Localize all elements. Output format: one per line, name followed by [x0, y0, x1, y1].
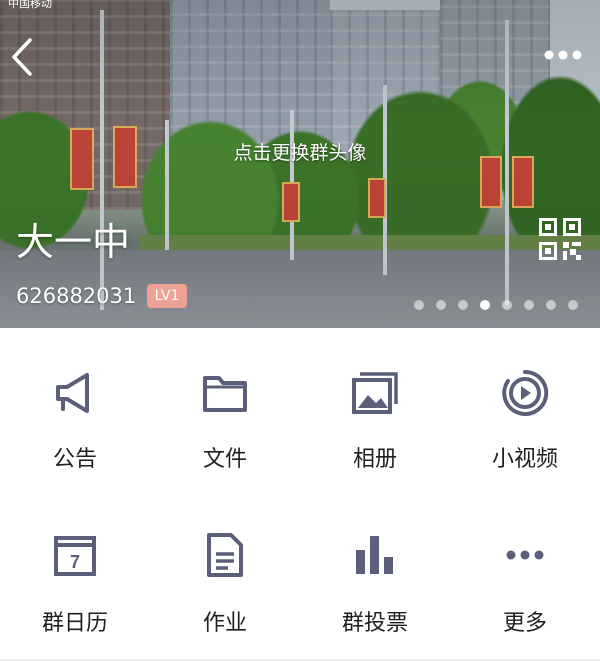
group-feature-grid: 公告 文件 相册 小视频 7 群日历 作业 群投票 更多	[0, 328, 600, 661]
back-button[interactable]	[8, 36, 38, 78]
menu-item-homework[interactable]: 作业	[150, 494, 300, 660]
menu-item-announcement[interactable]: 公告	[0, 328, 150, 494]
menu-item-label: 小视频	[491, 447, 558, 472]
menu-item-group-calendar[interactable]: 7 群日历	[0, 494, 150, 660]
menu-item-short-video[interactable]: 小视频	[450, 328, 600, 494]
carousel-dot	[458, 300, 468, 310]
carousel-indicator	[414, 299, 578, 311]
menu-item-group-vote[interactable]: 群投票	[300, 494, 450, 660]
qr-code-button[interactable]	[539, 218, 581, 260]
carousel-dot	[502, 300, 512, 310]
carousel-dot	[436, 300, 446, 310]
chevron-left-icon	[12, 38, 32, 76]
carrier-label: 中国移动	[8, 0, 52, 10]
menu-item-label: 公告	[52, 447, 97, 472]
video-play-icon	[502, 369, 549, 416]
menu-item-more[interactable]: 更多	[450, 494, 600, 660]
menu-item-label: 群投票	[341, 611, 408, 636]
bar-chart-icon	[356, 536, 393, 574]
menu-item-label: 文件	[202, 447, 247, 472]
group-header-photo[interactable]: 中国移动 点击更换群头像 大一中 626882031 LV1	[0, 0, 600, 328]
megaphone-icon	[56, 373, 89, 413]
more-horizontal-icon	[506, 550, 544, 560]
menu-item-label: 更多	[502, 611, 547, 636]
more-dots-icon	[544, 50, 582, 60]
group-id: 626882031	[16, 284, 137, 308]
carousel-dot	[524, 300, 534, 310]
carousel-dot	[568, 300, 578, 310]
photo-album-icon	[352, 372, 398, 414]
carousel-dot	[546, 300, 556, 310]
menu-item-files[interactable]: 文件	[150, 328, 300, 494]
folder-icon	[203, 376, 247, 412]
menu-item-label: 相册	[352, 447, 397, 472]
group-name: 大一中	[16, 220, 131, 264]
menu-item-album[interactable]: 相册	[300, 328, 450, 494]
carousel-dot-active	[480, 300, 490, 310]
svg-text:7: 7	[70, 552, 80, 572]
calendar-icon: 7	[54, 536, 96, 576]
menu-item-label: 作业	[202, 611, 247, 636]
more-options-button[interactable]	[540, 44, 586, 66]
change-avatar-hint[interactable]: 点击更换群头像	[0, 138, 600, 165]
menu-item-label: 群日历	[41, 611, 108, 636]
level-badge: LV1	[147, 284, 187, 308]
carousel-dot	[414, 300, 424, 310]
document-icon	[207, 533, 243, 577]
qr-code-icon	[539, 218, 581, 260]
status-bar: 中国移动	[0, 0, 600, 12]
